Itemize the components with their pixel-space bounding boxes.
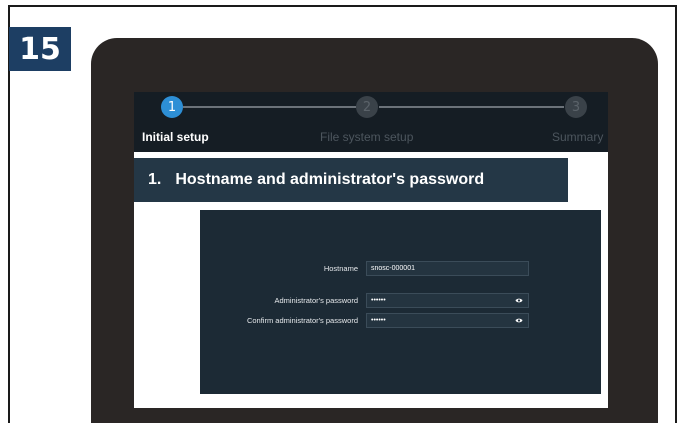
step-1-label: Initial setup [142,130,209,144]
step-number-badge: 15 [9,27,71,71]
stepper-line-2 [379,106,564,108]
hostname-input[interactable]: snosc-000001 [366,261,529,276]
confirm-password-value: •••••• [371,317,386,324]
section-number: 1. [148,171,162,188]
admin-password-label: Administrator's password [274,296,358,305]
step-2-circle[interactable]: 2 [356,96,378,118]
section-title-text: Hostname and administrator's password [175,171,485,188]
step-3-circle[interactable]: 3 [565,96,587,118]
confirm-password-label: Confirm administrator's password [246,316,358,325]
step-1-circle[interactable]: 1 [161,96,183,118]
device-screen: 1 2 3 Initial setup File system setup Su… [134,92,608,408]
show-confirm-password-eye-icon[interactable] [515,317,523,324]
credentials-form: Hostname snosc-000001 Administrator's pa… [200,210,601,394]
step-3-label: Summary [552,130,604,144]
section-heading: 1. Hostname and administrator's password [134,158,568,202]
admin-password-input[interactable]: •••••• [366,293,529,308]
stepper-line-1 [183,106,356,108]
show-password-eye-icon[interactable] [515,297,523,304]
confirm-password-input[interactable]: •••••• [366,313,529,328]
setup-stepper: 1 2 3 Initial setup File system setup Su… [134,92,608,152]
hostname-label: Hostname [323,264,358,273]
admin-password-value: •••••• [371,297,386,304]
step-2-label: File system setup [320,130,414,144]
